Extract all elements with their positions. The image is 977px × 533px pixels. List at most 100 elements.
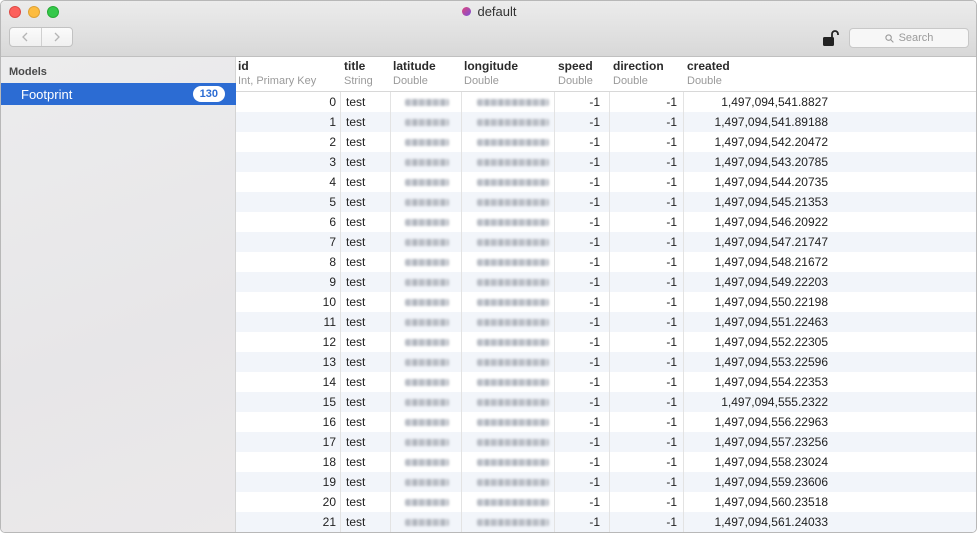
cell-direction[interactable]: -1: [609, 172, 683, 192]
cell-created[interactable]: 1,497,094,541.89188: [683, 112, 833, 132]
cell-speed[interactable]: -1: [554, 292, 609, 312]
cell-latitude-redacted[interactable]: [390, 152, 461, 172]
table-row[interactable]: 12 test -1 -1 1,497,094,552.22305: [236, 332, 976, 352]
forward-button[interactable]: [40, 28, 73, 46]
cell-speed[interactable]: -1: [554, 392, 609, 412]
cell-longitude-redacted[interactable]: [461, 292, 554, 312]
cell-speed[interactable]: -1: [554, 372, 609, 392]
cell-latitude-redacted[interactable]: [390, 252, 461, 272]
cell-speed[interactable]: -1: [554, 132, 609, 152]
cell-created[interactable]: 1,497,094,559.23606: [683, 472, 833, 492]
cell-longitude-redacted[interactable]: [461, 132, 554, 152]
cell-title[interactable]: test: [340, 332, 390, 352]
table-row[interactable]: 13 test -1 -1 1,497,094,553.22596: [236, 352, 976, 372]
cell-direction[interactable]: -1: [609, 512, 683, 532]
table-row[interactable]: 0 test -1 -1 1,497,094,541.8827: [236, 92, 976, 112]
cell-created[interactable]: 1,497,094,556.22963: [683, 412, 833, 432]
cell-speed[interactable]: -1: [554, 92, 609, 112]
sidebar-item-footprint[interactable]: Footprint 130: [1, 83, 236, 105]
column-header-direction[interactable]: direction Double: [613, 59, 664, 88]
cell-direction[interactable]: -1: [609, 252, 683, 272]
cell-direction[interactable]: -1: [609, 432, 683, 452]
cell-speed[interactable]: -1: [554, 312, 609, 332]
cell-speed[interactable]: -1: [554, 512, 609, 532]
cell-id[interactable]: 18: [236, 452, 340, 472]
cell-created[interactable]: 1,497,094,545.21353: [683, 192, 833, 212]
cell-id[interactable]: 8: [236, 252, 340, 272]
cell-speed[interactable]: -1: [554, 192, 609, 212]
cell-longitude-redacted[interactable]: [461, 312, 554, 332]
cell-latitude-redacted[interactable]: [390, 492, 461, 512]
cell-id[interactable]: 9: [236, 272, 340, 292]
table-row[interactable]: 15 test -1 -1 1,497,094,555.2322: [236, 392, 976, 412]
cell-id[interactable]: 2: [236, 132, 340, 152]
cell-id[interactable]: 5: [236, 192, 340, 212]
cell-latitude-redacted[interactable]: [390, 112, 461, 132]
cell-created[interactable]: 1,497,094,541.8827: [683, 92, 833, 112]
cell-longitude-redacted[interactable]: [461, 232, 554, 252]
cell-title[interactable]: test: [340, 272, 390, 292]
cell-created[interactable]: 1,497,094,542.20472: [683, 132, 833, 152]
cell-longitude-redacted[interactable]: [461, 472, 554, 492]
cell-created[interactable]: 1,497,094,555.2322: [683, 392, 833, 412]
cell-direction[interactable]: -1: [609, 332, 683, 352]
search-field[interactable]: Search: [849, 28, 969, 48]
cell-longitude-redacted[interactable]: [461, 212, 554, 232]
cell-latitude-redacted[interactable]: [390, 192, 461, 212]
cell-title[interactable]: test: [340, 132, 390, 152]
table-row[interactable]: 1 test -1 -1 1,497,094,541.89188: [236, 112, 976, 132]
cell-longitude-redacted[interactable]: [461, 392, 554, 412]
cell-title[interactable]: test: [340, 412, 390, 432]
cell-title[interactable]: test: [340, 432, 390, 452]
cell-speed[interactable]: -1: [554, 332, 609, 352]
cell-created[interactable]: 1,497,094,551.22463: [683, 312, 833, 332]
cell-longitude-redacted[interactable]: [461, 432, 554, 452]
cell-latitude-redacted[interactable]: [390, 132, 461, 152]
cell-longitude-redacted[interactable]: [461, 352, 554, 372]
cell-speed[interactable]: -1: [554, 452, 609, 472]
table-row[interactable]: 6 test -1 -1 1,497,094,546.20922: [236, 212, 976, 232]
cell-direction[interactable]: -1: [609, 372, 683, 392]
cell-speed[interactable]: -1: [554, 472, 609, 492]
cell-speed[interactable]: -1: [554, 152, 609, 172]
cell-created[interactable]: 1,497,094,561.24033: [683, 512, 833, 532]
cell-latitude-redacted[interactable]: [390, 312, 461, 332]
cell-longitude-redacted[interactable]: [461, 332, 554, 352]
cell-latitude-redacted[interactable]: [390, 212, 461, 232]
cell-created[interactable]: 1,497,094,543.20785: [683, 152, 833, 172]
cell-created[interactable]: 1,497,094,560.23518: [683, 492, 833, 512]
cell-created[interactable]: 1,497,094,547.21747: [683, 232, 833, 252]
cell-title[interactable]: test: [340, 372, 390, 392]
cell-direction[interactable]: -1: [609, 92, 683, 112]
cell-direction[interactable]: -1: [609, 312, 683, 332]
cell-latitude-redacted[interactable]: [390, 232, 461, 252]
cell-direction[interactable]: -1: [609, 212, 683, 232]
cell-direction[interactable]: -1: [609, 232, 683, 252]
cell-direction[interactable]: -1: [609, 192, 683, 212]
cell-created[interactable]: 1,497,094,546.20922: [683, 212, 833, 232]
cell-direction[interactable]: -1: [609, 452, 683, 472]
cell-latitude-redacted[interactable]: [390, 292, 461, 312]
cell-id[interactable]: 19: [236, 472, 340, 492]
cell-latitude-redacted[interactable]: [390, 412, 461, 432]
cell-direction[interactable]: -1: [609, 112, 683, 132]
cell-direction[interactable]: -1: [609, 292, 683, 312]
cell-direction[interactable]: -1: [609, 352, 683, 372]
cell-direction[interactable]: -1: [609, 412, 683, 432]
cell-created[interactable]: 1,497,094,550.22198: [683, 292, 833, 312]
cell-created[interactable]: 1,497,094,554.22353: [683, 372, 833, 392]
cell-title[interactable]: test: [340, 232, 390, 252]
cell-id[interactable]: 20: [236, 492, 340, 512]
column-header-latitude[interactable]: latitude Double: [393, 59, 436, 88]
table-row[interactable]: 11 test -1 -1 1,497,094,551.22463: [236, 312, 976, 332]
cell-id[interactable]: 3: [236, 152, 340, 172]
table-row[interactable]: 21 test -1 -1 1,497,094,561.24033: [236, 512, 976, 532]
cell-longitude-redacted[interactable]: [461, 112, 554, 132]
cell-latitude-redacted[interactable]: [390, 432, 461, 452]
cell-created[interactable]: 1,497,094,552.22305: [683, 332, 833, 352]
table-row[interactable]: 5 test -1 -1 1,497,094,545.21353: [236, 192, 976, 212]
cell-speed[interactable]: -1: [554, 272, 609, 292]
cell-speed[interactable]: -1: [554, 412, 609, 432]
column-header-longitude[interactable]: longitude Double: [464, 59, 518, 88]
cell-longitude-redacted[interactable]: [461, 252, 554, 272]
